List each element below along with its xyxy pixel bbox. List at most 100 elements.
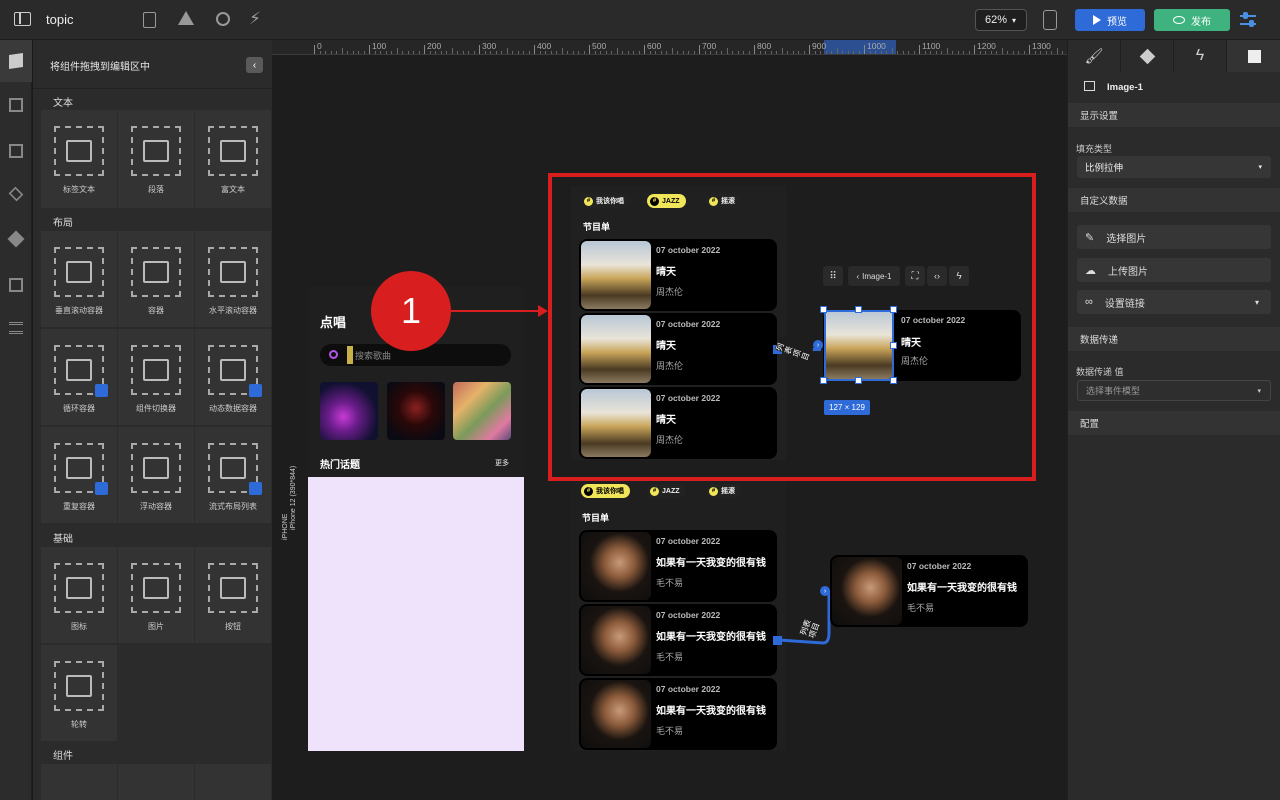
pages-tab-icon[interactable] bbox=[9, 278, 23, 292]
library-tile-label: 垂直滚动容器 bbox=[55, 306, 103, 315]
database-icon bbox=[95, 482, 108, 495]
drag-handle-icon[interactable]: ⠿ bbox=[823, 266, 843, 286]
card-image[interactable] bbox=[581, 606, 651, 674]
resize-handle[interactable] bbox=[855, 306, 862, 313]
library-tile[interactable]: 富文本 bbox=[195, 110, 271, 208]
detail-card-b[interactable]: 07 october 2022 如果有一天我变的很有钱 毛不易 bbox=[830, 555, 1028, 627]
library-tile[interactable]: 图标 bbox=[41, 547, 117, 643]
code-icon[interactable]: ‹› bbox=[927, 266, 947, 286]
layers-tab-icon[interactable] bbox=[8, 186, 24, 202]
library-tile[interactable] bbox=[41, 764, 117, 800]
zoom-select[interactable]: 62% ▾ bbox=[975, 9, 1027, 31]
library-tile[interactable]: 段落 bbox=[118, 110, 194, 208]
card-artist: 毛不易 bbox=[656, 578, 684, 588]
fullscreen-icon[interactable]: ⛶ bbox=[905, 266, 925, 286]
resize-handle[interactable] bbox=[820, 306, 827, 313]
library-tile[interactable]: 动态数据容器 bbox=[195, 329, 271, 425]
display-settings-header[interactable]: 显示设置 bbox=[1068, 103, 1280, 127]
ruler-tick-label: 400 bbox=[537, 41, 552, 51]
config-header[interactable]: 配置 bbox=[1068, 411, 1280, 435]
topic-image-1[interactable] bbox=[320, 382, 378, 440]
category-chip[interactable]: # 我该你唱 bbox=[581, 194, 630, 208]
library-tile[interactable]: 重复容器 bbox=[41, 427, 117, 523]
lightning-icon[interactable]: ϟ bbox=[949, 266, 969, 286]
interaction-tab-icon[interactable] bbox=[1121, 40, 1174, 72]
program-list-b[interactable]: # 我该你唱 # JAZZ # 摇滚 节目单 07 october 2022 如果有一天我变… bbox=[571, 481, 786, 751]
program-card[interactable]: 07 october 2022 晴天 周杰伦 bbox=[579, 313, 777, 385]
database-icon bbox=[249, 384, 262, 397]
device-icon[interactable] bbox=[1043, 10, 1057, 30]
card-image[interactable] bbox=[581, 315, 651, 383]
card-image[interactable] bbox=[832, 557, 902, 625]
phone-screen[interactable]: 点唱 搜索歌曲 热门话题 更多 bbox=[308, 286, 524, 751]
category-chip[interactable]: # JAZZ bbox=[647, 194, 686, 208]
card-image[interactable] bbox=[581, 680, 651, 748]
collapse-panel-button[interactable]: ‹ bbox=[246, 57, 263, 73]
ruler-tick bbox=[644, 45, 645, 54]
program-card[interactable]: 07 october 2022 晴天 周杰伦 bbox=[579, 239, 777, 311]
program-card[interactable]: 07 october 2022 如果有一天我变的很有钱 毛不易 bbox=[579, 604, 777, 676]
program-card[interactable]: 07 october 2022 如果有一天我变的很有钱 毛不易 bbox=[579, 530, 777, 602]
settings-sliders-icon[interactable] bbox=[1240, 12, 1256, 28]
card-image[interactable] bbox=[581, 389, 651, 457]
category-chip[interactable]: # 摇滚 bbox=[706, 194, 741, 208]
fill-type-select[interactable]: 比例拉伸 ▾ bbox=[1077, 156, 1271, 178]
phone-device-size: iPhone 12 (390*844) bbox=[290, 465, 297, 530]
library-tile[interactable]: 浮动容器 bbox=[118, 427, 194, 523]
library-tile[interactable]: 轮转 bbox=[41, 645, 117, 741]
library-tile[interactable]: 循环容器 bbox=[41, 329, 117, 425]
library-tile[interactable] bbox=[118, 764, 194, 800]
preview-button[interactable]: 预览 bbox=[1075, 9, 1145, 31]
components-tab-icon[interactable] bbox=[0, 40, 32, 82]
style-tab-icon[interactable]: 🖌 bbox=[1068, 40, 1121, 72]
data-transfer-header[interactable]: 数据传递 bbox=[1068, 327, 1280, 351]
library-tile[interactable]: 图片 bbox=[118, 547, 194, 643]
category-chip[interactable]: # 我该你唱 bbox=[581, 484, 630, 498]
publish-button[interactable]: 发布 bbox=[1154, 9, 1230, 31]
library-tile[interactable]: 按钮 bbox=[195, 547, 271, 643]
resize-handle[interactable] bbox=[855, 377, 862, 384]
library-tile[interactable]: 容器 bbox=[118, 231, 194, 327]
program-card[interactable]: 07 october 2022 如果有一天我变的很有钱 毛不易 bbox=[579, 678, 777, 750]
templates-tab-icon[interactable] bbox=[9, 144, 23, 158]
topic-image-2[interactable] bbox=[387, 382, 445, 440]
resize-handle[interactable] bbox=[890, 342, 897, 349]
program-card[interactable]: 07 october 2022 晴天 周杰伦 bbox=[579, 387, 777, 459]
program-list-a[interactable]: # 我该你唱 # JAZZ # 摇滚 节目单 07 october 2022 晴天 周杰伦 07… bbox=[571, 186, 786, 460]
drive-icon[interactable] bbox=[178, 11, 194, 25]
library-tile[interactable]: 标签文本 bbox=[41, 110, 117, 208]
library-tile[interactable]: 垂直滚动容器 bbox=[41, 231, 117, 327]
lightning-icon[interactable]: ⚡ bbox=[249, 9, 261, 29]
category-chip[interactable]: # 摇滚 bbox=[706, 484, 741, 498]
sidebar-toggle-icon[interactable] bbox=[14, 12, 31, 26]
library-tile[interactable]: 水平滚动容器 bbox=[195, 231, 271, 327]
resize-handle[interactable] bbox=[890, 306, 897, 313]
library-tile[interactable] bbox=[195, 764, 271, 800]
plugin-tab-icon[interactable] bbox=[7, 230, 25, 248]
card-image[interactable] bbox=[581, 532, 651, 600]
table-tab-icon[interactable] bbox=[9, 322, 23, 334]
top-bar: topic ⚡ 62% ▾ 预览 发布 bbox=[0, 0, 1280, 40]
resize-handle[interactable] bbox=[890, 377, 897, 384]
choose-image-button[interactable]: ✎ 选择图片 bbox=[1077, 225, 1271, 249]
blocks-tab-icon[interactable] bbox=[9, 98, 23, 112]
library-tile[interactable]: 流式布局列表 bbox=[195, 427, 271, 523]
library-tile[interactable]: 组件切换器 bbox=[118, 329, 194, 425]
set-link-button[interactable]: ∞ 设置链接 ▾ bbox=[1077, 290, 1271, 314]
editor-canvas[interactable]: iPHONE iPhone 12 (390*844) 点唱 搜索歌曲 热门话题 … bbox=[272, 55, 1067, 800]
document-icon[interactable] bbox=[143, 12, 156, 28]
category-chip[interactable]: # JAZZ bbox=[647, 484, 686, 498]
ruler-tick-label: 100 bbox=[372, 41, 387, 51]
topic-image-3[interactable] bbox=[453, 382, 511, 440]
resize-handle[interactable] bbox=[820, 377, 827, 384]
more-link[interactable]: 更多 bbox=[495, 458, 509, 468]
events-tab-icon[interactable]: ϟ bbox=[1174, 40, 1227, 72]
upload-image-button[interactable]: ☁ 上传图片 bbox=[1077, 258, 1271, 282]
card-image[interactable] bbox=[581, 241, 651, 309]
custom-data-header[interactable]: 自定义数据 bbox=[1068, 188, 1280, 212]
select-parent-button[interactable]: ‹ Image-1 bbox=[848, 266, 900, 286]
data-tab-icon[interactable] bbox=[1227, 40, 1280, 72]
shapes-icon[interactable] bbox=[216, 12, 230, 26]
event-model-select[interactable]: 选择事件模型 ▾ bbox=[1077, 380, 1271, 401]
component-icon bbox=[208, 345, 262, 397]
